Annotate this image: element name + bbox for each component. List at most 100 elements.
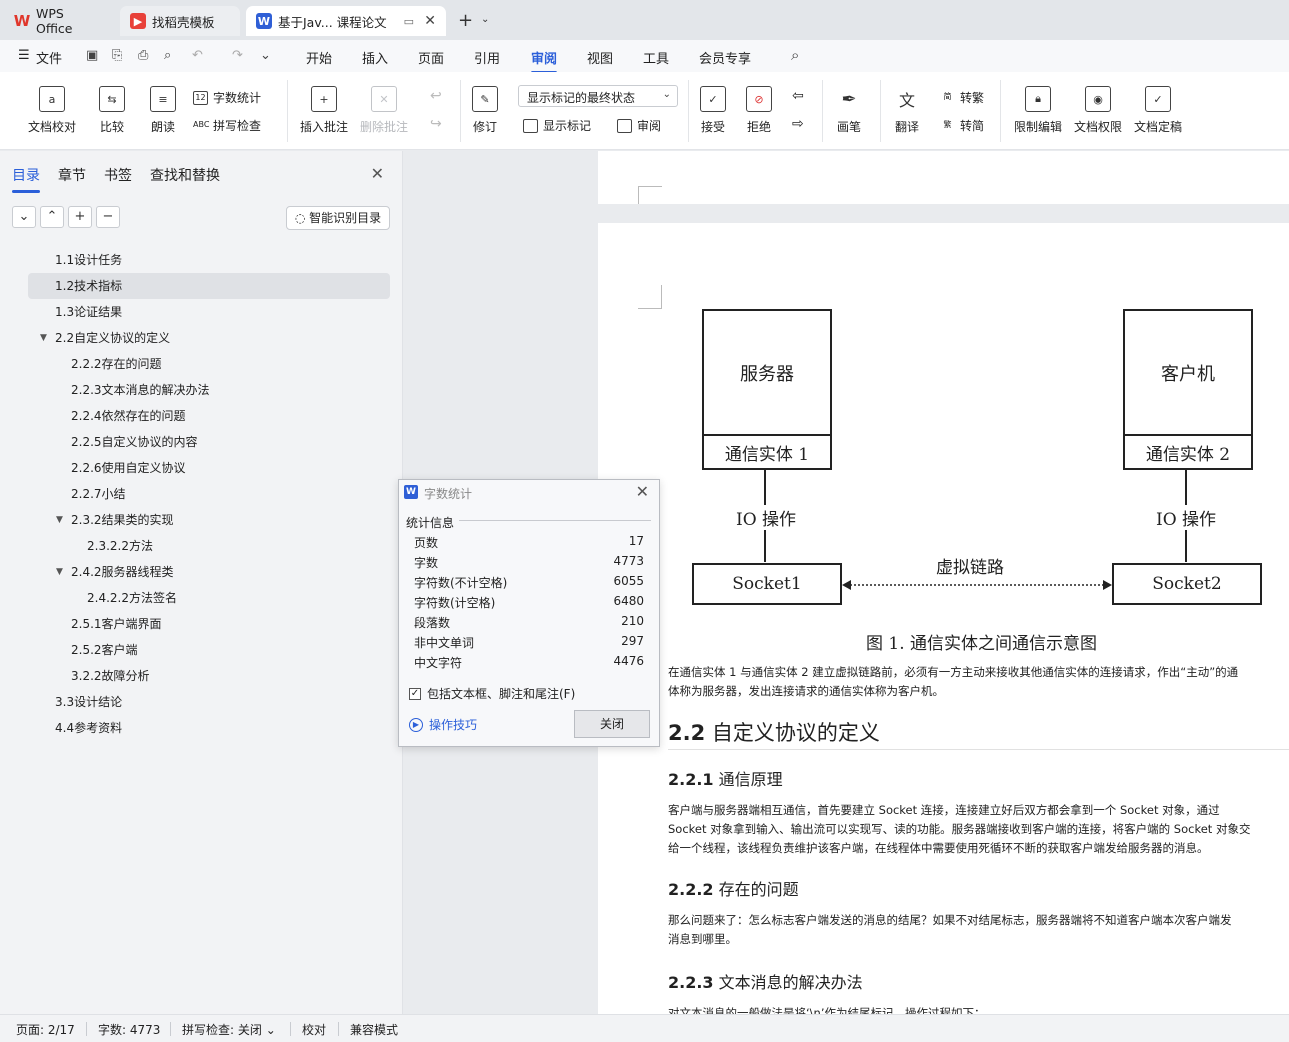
expand-all-button[interactable]: ⌄	[12, 206, 36, 228]
doc-permission-button[interactable]: ◉ 文档权限	[1074, 86, 1122, 135]
chevron-down-icon[interactable]: ⌄	[481, 14, 489, 25]
smart-toc-button[interactable]: ◌ 智能识别目录	[286, 206, 390, 230]
compat-mode-status: 兼容模式	[350, 1023, 399, 1037]
tab-chapters[interactable]: 章节	[58, 165, 86, 185]
toc-item[interactable]: ▼ 2.3.2结果类的实现	[28, 507, 390, 533]
toc-item[interactable]: 2.2.2存在的问题	[28, 351, 390, 377]
socket2-label: Socket2	[1152, 574, 1222, 594]
prev-change-icon[interactable]: ⇦	[792, 88, 804, 104]
restrict-edit-button[interactable]: 🔒︎ 限制编辑	[1014, 86, 1062, 135]
undo-icon[interactable]: ↶	[192, 48, 203, 63]
more-icon[interactable]: ⌄	[260, 48, 271, 63]
remove-heading-button[interactable]: −	[96, 206, 120, 228]
toc-item[interactable]: 2.5.2客户端	[28, 637, 390, 663]
page-indicator[interactable]: 页面: 2/17	[16, 1021, 75, 1038]
tab-find-replace[interactable]: 查找和替换	[150, 165, 220, 185]
read-aloud-button[interactable]: ≡ 朗读	[150, 86, 176, 135]
doc-proof-button[interactable]: a 文档校对	[28, 86, 76, 135]
proof-status[interactable]: 校对	[302, 1021, 326, 1038]
writer-icon: W	[404, 485, 418, 499]
translate-button[interactable]: 文 翻译	[894, 86, 920, 135]
show-markup-button[interactable]: 显示标记	[523, 117, 591, 134]
search-icon[interactable]: ⌕	[791, 46, 799, 64]
accept-button[interactable]: ✓ 接受	[700, 86, 726, 135]
toc-item[interactable]: 2.3.2.2方法	[28, 533, 390, 559]
toc-item[interactable]: 2.2.3文本消息的解决办法	[28, 377, 390, 403]
include-footnotes-checkbox[interactable]: ✓ 包括文本框、脚注和尾注(F)	[409, 685, 575, 702]
toc-item[interactable]: 2.2.7小结	[28, 481, 390, 507]
toc-item[interactable]: 1.2技术指标	[28, 273, 390, 299]
review-pane-button[interactable]: 审阅	[617, 117, 661, 134]
tab-bookmarks[interactable]: 书签	[104, 165, 132, 185]
word-count-button[interactable]: 12 字数统计	[193, 89, 261, 106]
socket1-label: Socket1	[732, 574, 802, 594]
stat-value: 297	[621, 634, 644, 648]
toc-item[interactable]: 1.1设计任务	[28, 247, 390, 273]
stat-label: 字符数(不计空格)	[414, 576, 508, 590]
toc-item[interactable]: ▼ 2.2自定义协议的定义	[28, 325, 390, 351]
menu-view[interactable]: 视图	[587, 48, 613, 67]
toc-item[interactable]: 3.3设计结论	[28, 689, 390, 715]
doc-finalize-button[interactable]: ✓ 文档定稿	[1134, 86, 1182, 135]
add-heading-button[interactable]: +	[68, 206, 92, 228]
menu-tools[interactable]: 工具	[643, 48, 669, 67]
redo-icon[interactable]: ↷	[232, 48, 243, 63]
pen-button[interactable]: ✒ 画笔	[836, 86, 862, 135]
toc-item[interactable]: 4.4参考资料	[28, 715, 390, 741]
insert-comment-button[interactable]: + 插入批注	[300, 86, 348, 135]
toc-item[interactable]: 2.4.2.2方法签名	[28, 585, 390, 611]
heading-text: 通信原理	[718, 770, 783, 789]
close-button[interactable]: 关闭	[574, 710, 650, 738]
close-icon[interactable]: ✕	[636, 482, 649, 501]
collapse-button[interactable]: ⌃	[40, 206, 64, 228]
word-count-status[interactable]: 字数: 4773	[98, 1021, 160, 1038]
spell-check-button[interactable]: ABC 拼写检查	[193, 117, 261, 134]
menu-file[interactable]: 文件	[36, 48, 62, 67]
next-change-icon[interactable]: ⇨	[792, 116, 804, 132]
menu-reference[interactable]: 引用	[474, 48, 500, 67]
close-tab-icon[interactable]: ✕	[424, 13, 436, 29]
reject-button[interactable]: ⊘ 拒绝	[746, 86, 772, 135]
menu-member[interactable]: 会员专享	[699, 48, 751, 67]
track-changes-button[interactable]: ✎ 修订	[472, 86, 498, 135]
menu-review[interactable]: 审阅	[531, 48, 558, 74]
to-traditional-button[interactable]: 简 转繁	[940, 89, 985, 106]
new-tab-icon[interactable]: +	[458, 10, 473, 31]
compare-button[interactable]: ⇆ 比较	[99, 86, 125, 135]
toc-item[interactable]: 2.2.5自定义协议的内容	[28, 429, 390, 455]
save-icon[interactable]: ▣	[86, 48, 98, 63]
toc-item[interactable]: 2.2.6使用自定义协议	[28, 455, 390, 481]
document-page[interactable]: 服务器 通信实体 1 客户机 通信实体 2 IO 操作 IO 操作 Socket…	[598, 223, 1289, 1014]
toc-item[interactable]: 2.5.1客户端界面	[28, 611, 390, 637]
close-panel-icon[interactable]: ✕	[371, 164, 384, 183]
expand-arrow-icon[interactable]: ▼	[56, 559, 63, 585]
menu-page[interactable]: 页面	[418, 48, 444, 67]
tab-wps-office[interactable]: W WPS Office	[4, 6, 114, 36]
menu-insert[interactable]: 插入	[362, 48, 388, 67]
toc-item[interactable]: 2.2.4依然存在的问题	[28, 403, 390, 429]
print-icon[interactable]: ⎙	[138, 48, 148, 63]
spell-check-status[interactable]: 拼写检查: 关闭 ⌄	[182, 1021, 276, 1038]
expand-arrow-icon[interactable]: ▼	[56, 507, 63, 533]
to-simplified-button[interactable]: 繁 转简	[940, 117, 985, 134]
expand-arrow-icon[interactable]: ▼	[40, 325, 47, 351]
tips-link[interactable]: ▶ 操作技巧	[409, 716, 477, 733]
next-comment-icon[interactable]: ↪	[430, 116, 442, 132]
writer-icon: W	[256, 13, 272, 29]
markup-state-select[interactable]: 显示标记的最终状态 ⌄	[518, 85, 678, 107]
tab-toc[interactable]: 目录	[12, 165, 40, 193]
share-icon[interactable]: ⎘	[112, 48, 122, 63]
tab-template[interactable]: ▶ 找稻壳模板	[120, 6, 240, 36]
menu-home[interactable]: 开始	[306, 48, 332, 67]
toc-item[interactable]: ▼ 2.4.2服务器线程类	[28, 559, 390, 585]
window-icon[interactable]: ▭	[404, 15, 414, 28]
delete-comment-button[interactable]: ✕ 删除批注	[360, 86, 408, 135]
prev-comment-icon[interactable]: ↩	[430, 88, 442, 104]
print-preview-icon[interactable]: ⌕	[164, 48, 171, 63]
stat-value: 210	[621, 614, 644, 628]
tab-document[interactable]: W 基于Jav... 课程论文 ▭ ✕	[246, 6, 446, 36]
toc-item[interactable]: 1.3论证结果	[28, 299, 390, 325]
toc-item[interactable]: 3.2.2故障分析	[28, 663, 390, 689]
dialog-titlebar[interactable]: W 字数统计 ✕	[399, 480, 659, 504]
hamburger-icon[interactable]: ☰	[18, 48, 30, 63]
